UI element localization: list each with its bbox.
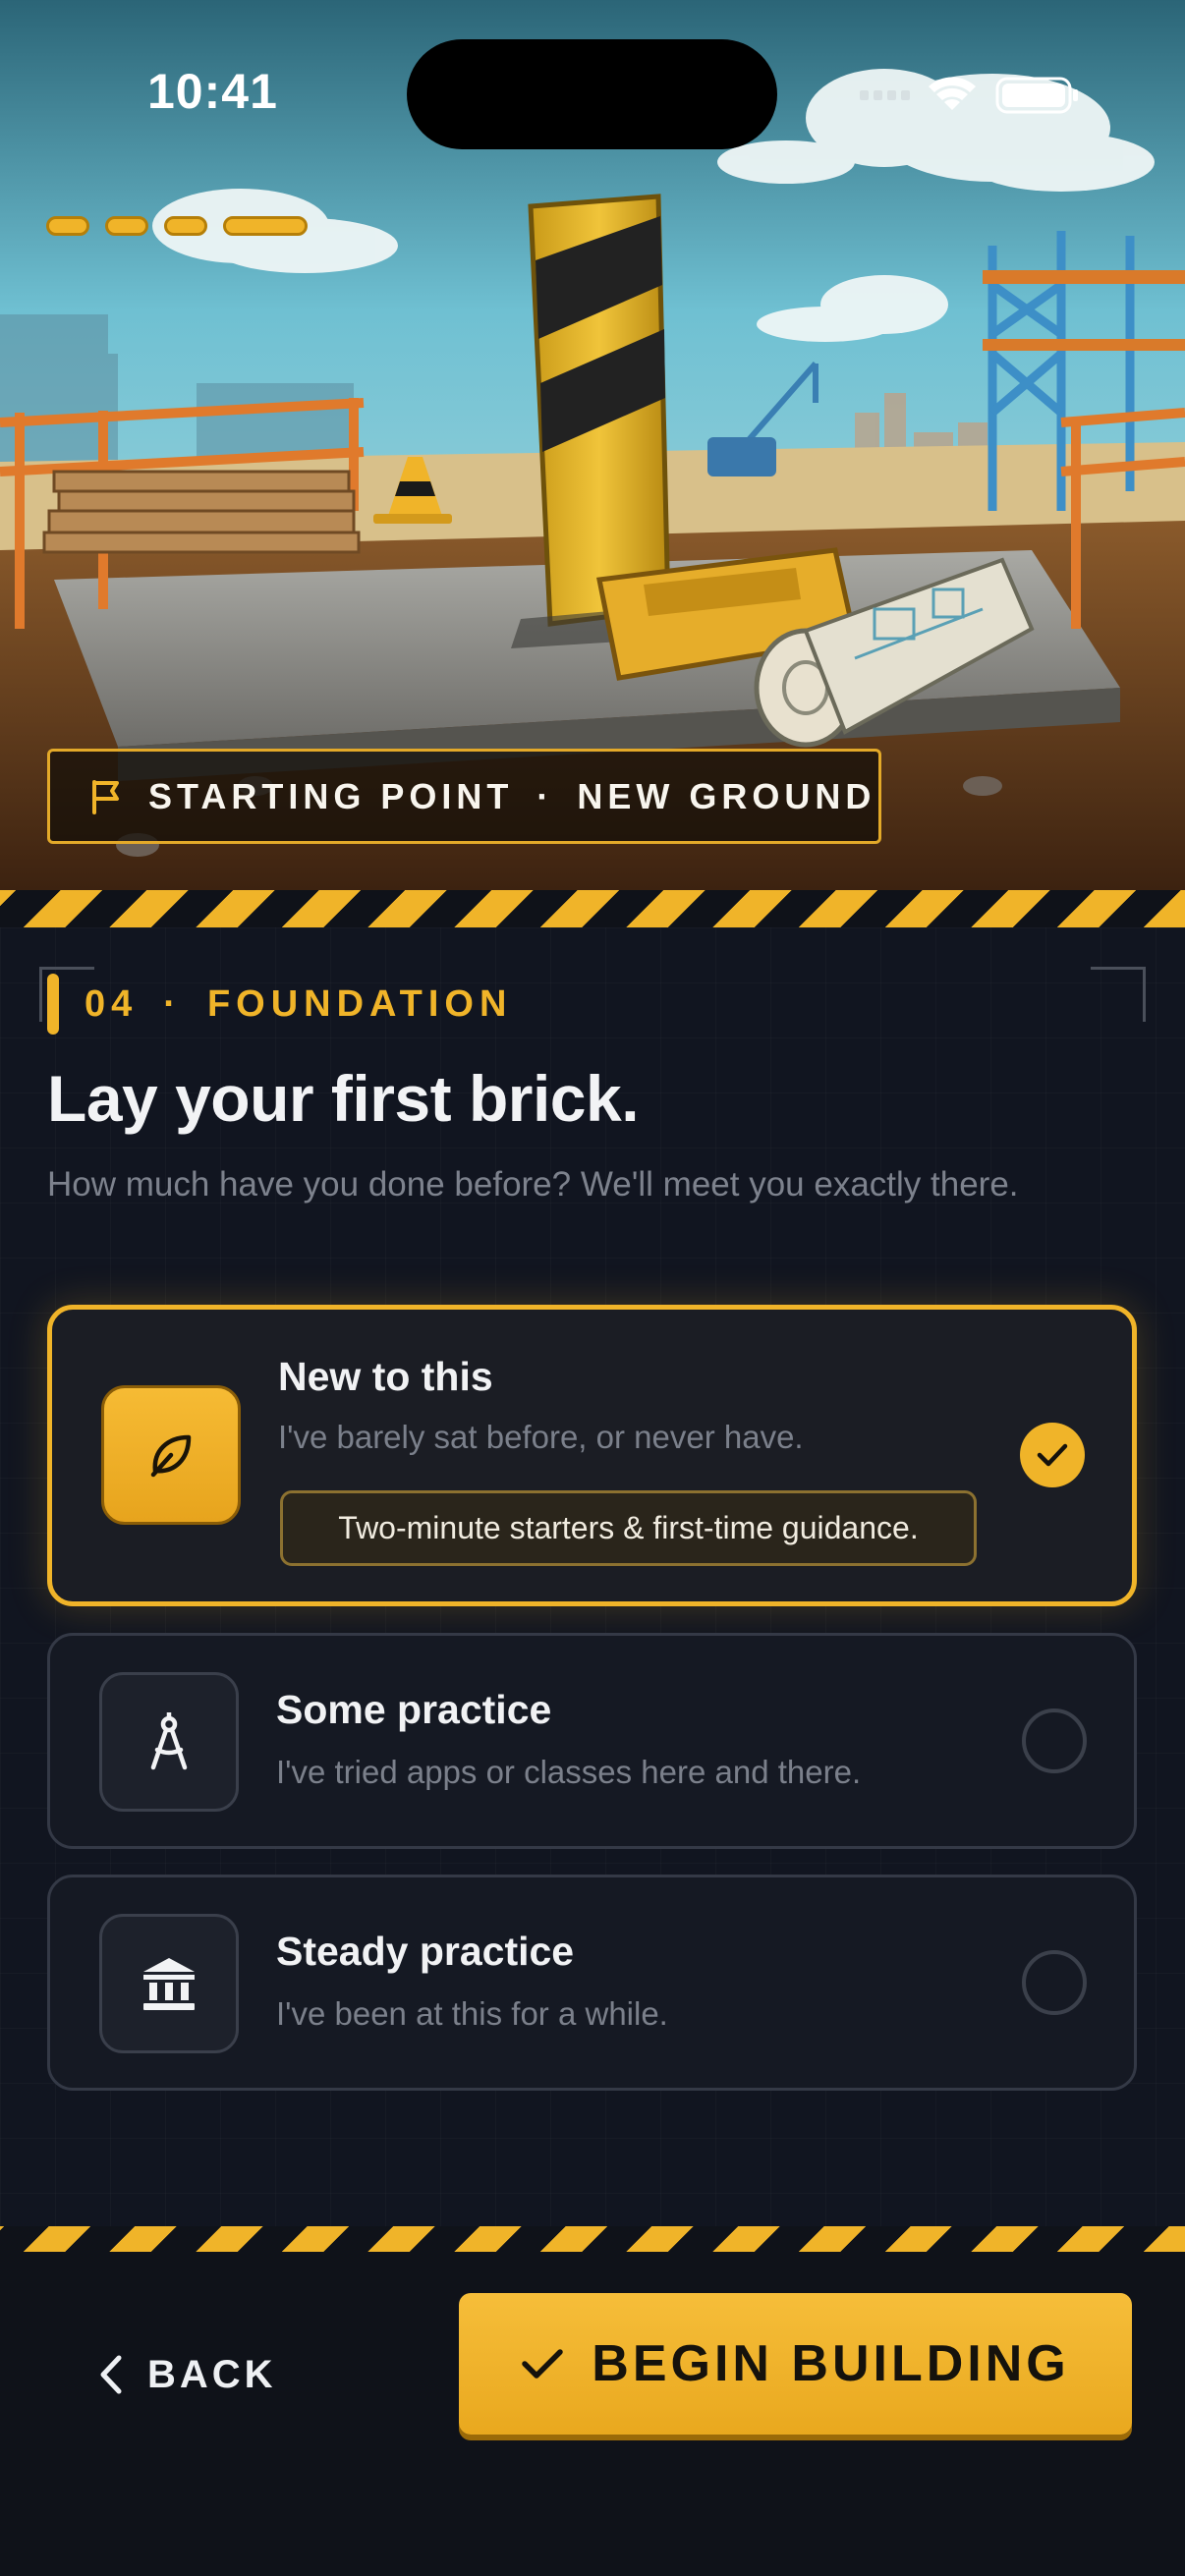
option-title: Some practice <box>276 1687 552 1732</box>
battery-icon <box>995 77 1078 114</box>
progress-segment <box>46 216 89 236</box>
begin-building-button[interactable]: BEGIN BUILDING <box>459 2293 1132 2435</box>
hazard-stripe-top <box>0 890 1185 927</box>
corner-bracket <box>1091 967 1146 1022</box>
progress-segment-current <box>223 216 308 236</box>
step-indicator: 04 · FOUNDATION <box>47 974 513 1035</box>
signal-icon <box>860 90 910 100</box>
dynamic-island <box>407 39 777 149</box>
radio-selected[interactable] <box>1020 1423 1085 1487</box>
back-label: BACK <box>147 2352 277 2396</box>
option-description: I've barely sat before, or never have. <box>278 1419 804 1455</box>
option-title: Steady practice <box>276 1929 575 1974</box>
option-steady-practice[interactable]: Steady practice I've been at this for a … <box>47 1875 1137 2091</box>
wifi-icon <box>929 77 976 110</box>
page-subtitle: How much have you done before? We'll mee… <box>47 1165 1019 1204</box>
onboarding-progress <box>46 216 308 238</box>
footer-actions: BACK BEGIN BUILDING <box>0 2252 1185 2576</box>
option-title: New to this <box>278 1354 493 1399</box>
hero-tag: STARTING POINT · NEW GROUND <box>47 749 881 844</box>
leaf-icon <box>150 1434 192 1478</box>
check-icon <box>522 2349 564 2379</box>
step-accent-bar <box>47 974 59 1035</box>
option-new-to-this[interactable]: New to this I've barely sat before, or n… <box>47 1305 1137 1606</box>
main-panel: 04 · FOUNDATION Lay your first brick. Ho… <box>0 927 1185 2226</box>
hazard-stripe-bottom <box>0 2226 1185 2252</box>
bank-icon <box>143 1958 195 2010</box>
option-icon <box>99 1672 239 1812</box>
hero-tag-part1: STARTING POINT <box>148 775 514 816</box>
status-time: 10:41 <box>147 64 278 119</box>
check-icon <box>1037 1443 1068 1467</box>
hero-tag-part2: NEW GROUND <box>577 775 876 816</box>
option-some-practice[interactable]: Some practice I've tried apps or classes… <box>47 1633 1137 1849</box>
page-title: Lay your first brick. <box>47 1062 640 1135</box>
compass-icon <box>150 1712 188 1770</box>
chevron-left-icon <box>100 2355 122 2394</box>
status-icons <box>860 77 1078 114</box>
option-icon <box>101 1385 241 1525</box>
radio-unselected[interactable] <box>1022 1708 1087 1773</box>
hero-illustration: 10:41 STARTING POINT · NEW GROUND <box>0 0 1185 890</box>
step-separator: · <box>163 982 182 1025</box>
option-note: Two-minute starters & first-time guidanc… <box>280 1490 977 1566</box>
radio-unselected[interactable] <box>1022 1950 1087 2015</box>
option-description: I've tried apps or classes here and ther… <box>276 1754 862 1790</box>
option-description: I've been at this for a while. <box>276 1995 668 2032</box>
hero-tag-separator: · <box>536 775 554 816</box>
cta-label: BEGIN BUILDING <box>592 2335 1070 2392</box>
progress-segment <box>105 216 148 236</box>
option-icon <box>99 1914 239 2053</box>
step-label: FOUNDATION <box>206 982 513 1025</box>
status-bar: 10:41 <box>0 0 1185 149</box>
flag-icon <box>92 779 119 814</box>
back-button[interactable]: BACK <box>98 2330 277 2419</box>
step-number: 04 <box>85 982 139 1025</box>
progress-segment <box>164 216 207 236</box>
